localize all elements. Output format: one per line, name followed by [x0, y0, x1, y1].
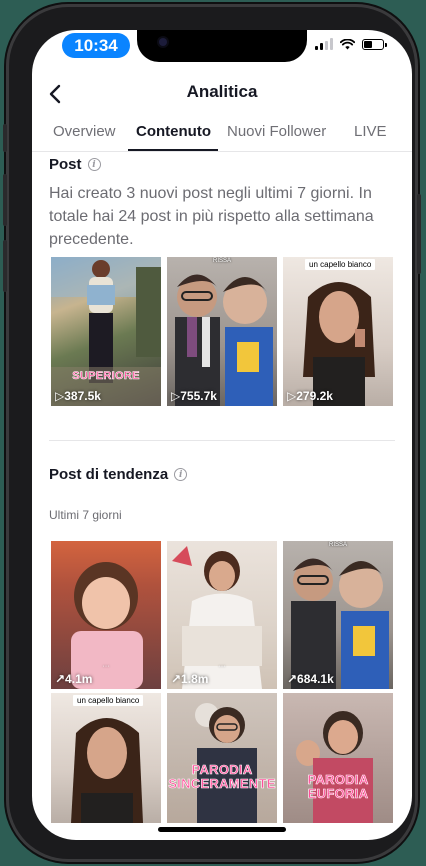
post-image: [291, 558, 389, 689]
tab-live[interactable]: LIVE: [354, 123, 387, 140]
tab-bar: Overview Contenuto Nuovi Follower LIVE: [32, 114, 412, 152]
camera-icon: [159, 38, 167, 46]
post-overlay-text: PARODIA EUFORIA: [307, 772, 369, 801]
post-thumbnail[interactable]: SUPERIORE ▷387.5k: [51, 257, 161, 406]
trending-thumbnail[interactable]: RISSA ↗684.1k: [283, 541, 393, 689]
trending-section-title: Post di tendenza i: [49, 466, 188, 483]
info-icon[interactable]: i: [174, 468, 188, 481]
mute-switch: [3, 124, 7, 152]
tab-overview[interactable]: Overview: [53, 123, 116, 140]
trending-thumbnail[interactable]: PARODIA SINCERAMENTE: [167, 693, 277, 823]
page-title: Analitica: [186, 82, 258, 101]
post-image: [303, 282, 375, 406]
wifi-icon: [340, 38, 355, 49]
home-indicator[interactable]: [158, 827, 286, 832]
trending-thumbnail[interactable]: ··· ↗1.8m: [167, 541, 277, 689]
trending-subtitle: Ultimi 7 giorni: [49, 508, 122, 522]
tab-nuovi-follower[interactable]: Nuovi Follower: [227, 123, 326, 140]
post-views: ▷279.2k: [287, 389, 333, 403]
post-image: [175, 274, 273, 406]
dynamic-island: [137, 30, 307, 62]
post-views: ▷755.7k: [171, 389, 217, 403]
post-overlay-text: un capello bianco: [305, 259, 376, 270]
trending-thumbnail[interactable]: un capello bianco: [51, 693, 161, 823]
post-image: [51, 257, 161, 406]
volume-down-button: [3, 240, 7, 292]
tab-contenuto[interactable]: Contenuto: [136, 123, 211, 140]
volume-up-button: [3, 174, 7, 226]
post-image: [71, 718, 143, 823]
active-tab-indicator: [128, 149, 218, 151]
trending-thumbnail[interactable]: PARODIA EUFORIA: [283, 693, 393, 823]
post-image: [195, 703, 257, 823]
header: Analitica: [32, 74, 412, 114]
post-overlay-text: RISSA: [212, 258, 231, 264]
post-views: ↗1.8m: [171, 672, 209, 686]
status-time: 10:34: [62, 33, 130, 58]
post-views: ↗4.1m: [55, 672, 93, 686]
post-thumbnail[interactable]: un capello bianco ▷279.2k: [283, 257, 393, 406]
info-icon[interactable]: i: [87, 158, 101, 171]
trending-thumbnail[interactable]: ··· ↗4.1m: [51, 541, 161, 689]
post-image: [296, 711, 373, 823]
trending-title: Post di tendenza: [49, 466, 169, 483]
battery-icon: [362, 38, 387, 50]
post-overlay-text: un capello bianco: [73, 695, 144, 706]
screen: 10:34 Analitica Overview Contenuto Nuovi…: [32, 30, 412, 840]
posts-title: Post: [49, 156, 82, 173]
post-caption-text: ···: [102, 663, 110, 670]
power-button: [417, 194, 421, 274]
post-caption-text: ···: [218, 663, 226, 670]
signal-icon: [315, 38, 333, 50]
post-views: ↗684.1k: [287, 672, 334, 686]
post-overlay-text: PARODIA SINCERAMENTE: [168, 762, 276, 791]
posts-description: Hai creato 3 nuovi post negli ultimi 7 g…: [49, 185, 374, 248]
post-overlay-text: SUPERIORE: [72, 370, 140, 383]
post-views: ▷387.5k: [55, 389, 101, 403]
post-overlay-text: RISSA: [328, 542, 347, 548]
post-thumbnail[interactable]: RISSA ▷755.7k: [167, 257, 277, 406]
section-divider: [49, 440, 395, 441]
posts-section-title: Post i: [49, 156, 101, 173]
status-icons: [315, 38, 387, 50]
